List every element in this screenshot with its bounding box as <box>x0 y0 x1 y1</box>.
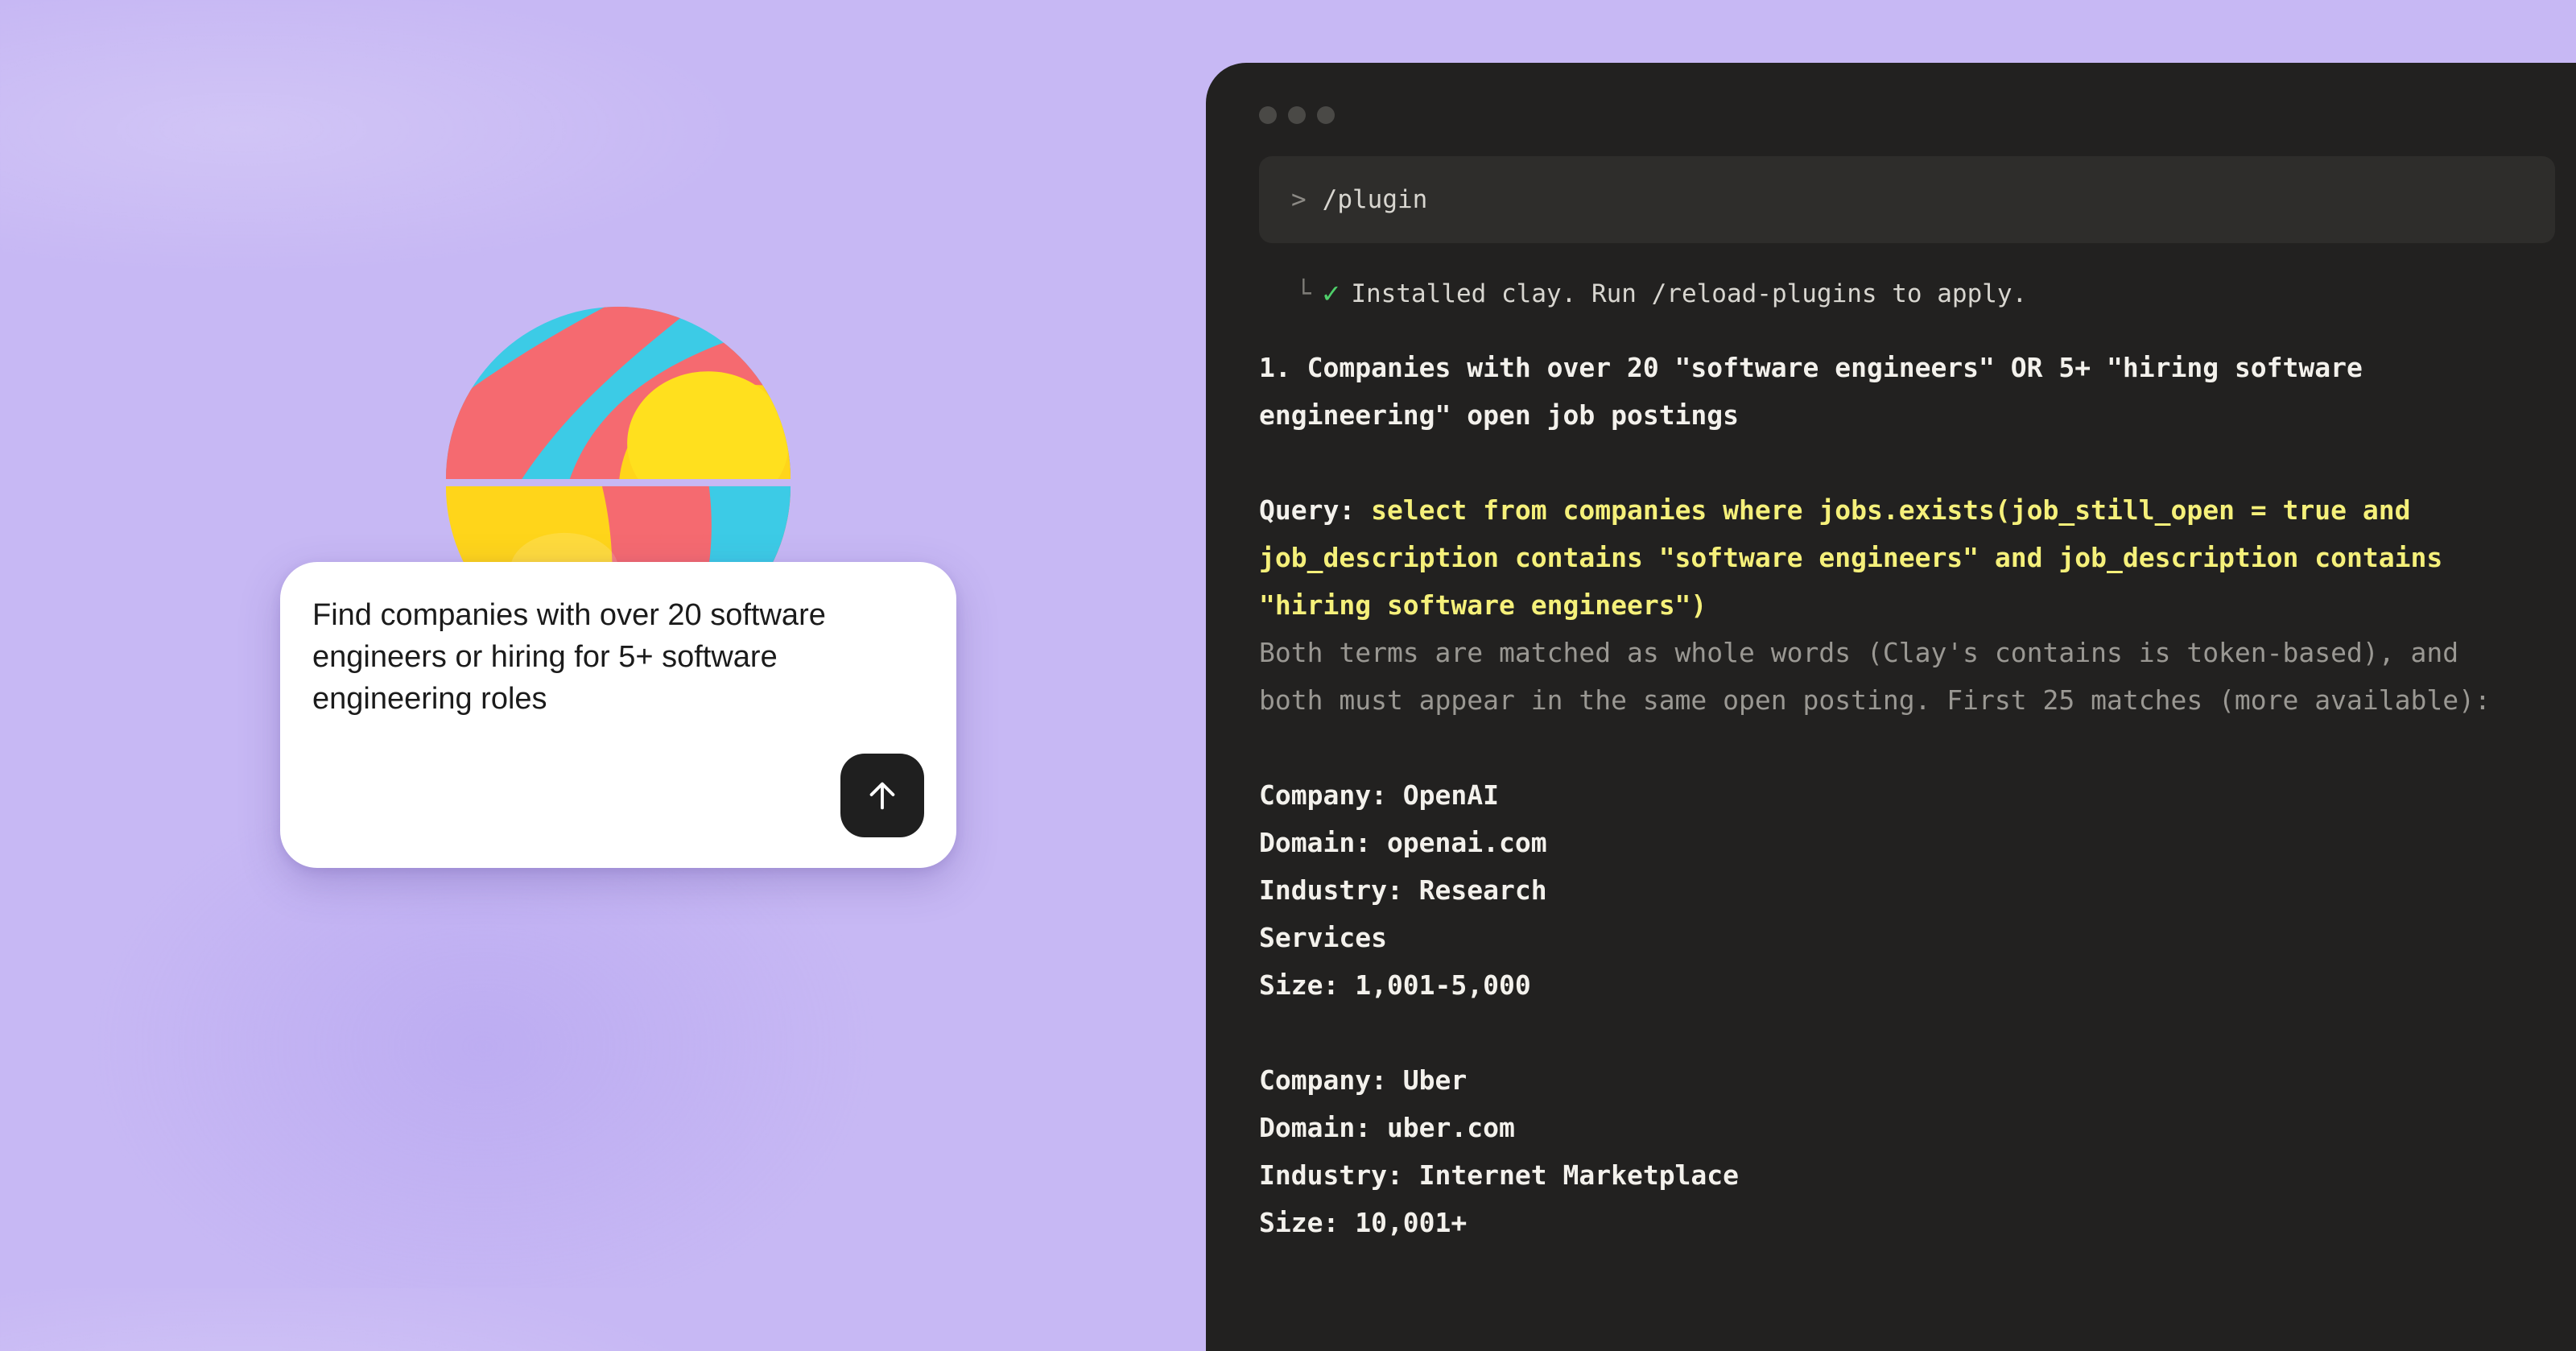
company-domain: Domain: uber.com <box>1259 1112 1515 1143</box>
prompt-chevron-icon: > <box>1291 185 1307 214</box>
arrow-up-icon <box>869 782 895 810</box>
maximize-dot[interactable] <box>1317 106 1335 124</box>
query-label: Query: <box>1259 494 1372 526</box>
company-industry: Industry: Internet Marketplace <box>1259 1159 1740 1191</box>
company-record-openai: Company: OpenAI Domain: openai.com Indus… <box>1259 771 2576 1009</box>
company-industry-cont: Services <box>1259 922 1387 953</box>
check-icon: ✓ <box>1322 277 1340 310</box>
company-record-uber: Company: Uber Domain: uber.com Industry:… <box>1259 1056 2576 1246</box>
company-domain: Domain: openai.com <box>1259 827 1547 858</box>
terminal-output: 1. Companies with over 20 "software engi… <box>1259 344 2576 1246</box>
company-size: Size: 10,001+ <box>1259 1207 1468 1238</box>
install-status: └ ✓ Installed clay. Run /reload-plugins … <box>1296 277 2576 310</box>
query-text-2: job_description contains "software engin… <box>1259 542 2443 573</box>
send-button[interactable] <box>840 754 924 837</box>
result-heading-line-1: 1. Companies with over 20 "software engi… <box>1259 352 2363 383</box>
terminal-window: > /plugin └ ✓ Installed clay. Run /reloa… <box>1206 63 2576 1351</box>
close-dot[interactable] <box>1259 106 1277 124</box>
command-input[interactable]: > /plugin <box>1259 156 2555 243</box>
prompt-card[interactable]: Find companies with over 20 software eng… <box>280 562 956 868</box>
result-heading-line-2: engineering" open job postings <box>1259 399 1740 431</box>
window-controls <box>1259 106 2576 124</box>
command-text: /plugin <box>1322 185 1428 214</box>
prompt-input[interactable]: Find companies with over 20 software eng… <box>312 594 908 720</box>
note-line-2: both must appear in the same open postin… <box>1259 684 2491 716</box>
company-size: Size: 1,001-5,000 <box>1259 969 1531 1001</box>
install-message: Installed clay. Run /reload-plugins to a… <box>1351 279 2028 308</box>
company-name: Company: OpenAI <box>1259 779 1500 811</box>
query-text-1: select from companies where jobs.exists(… <box>1371 494 2411 526</box>
company-name: Company: Uber <box>1259 1064 1468 1096</box>
query-text-3: "hiring software engineers") <box>1259 589 1707 621</box>
company-industry: Industry: Research <box>1259 874 1547 906</box>
tree-branch-icon: └ <box>1296 279 1311 308</box>
minimize-dot[interactable] <box>1288 106 1306 124</box>
note-line-1: Both terms are matched as whole words (C… <box>1259 637 2459 668</box>
query-line-1: Query: select from companies where jobs.… <box>1259 486 2576 534</box>
